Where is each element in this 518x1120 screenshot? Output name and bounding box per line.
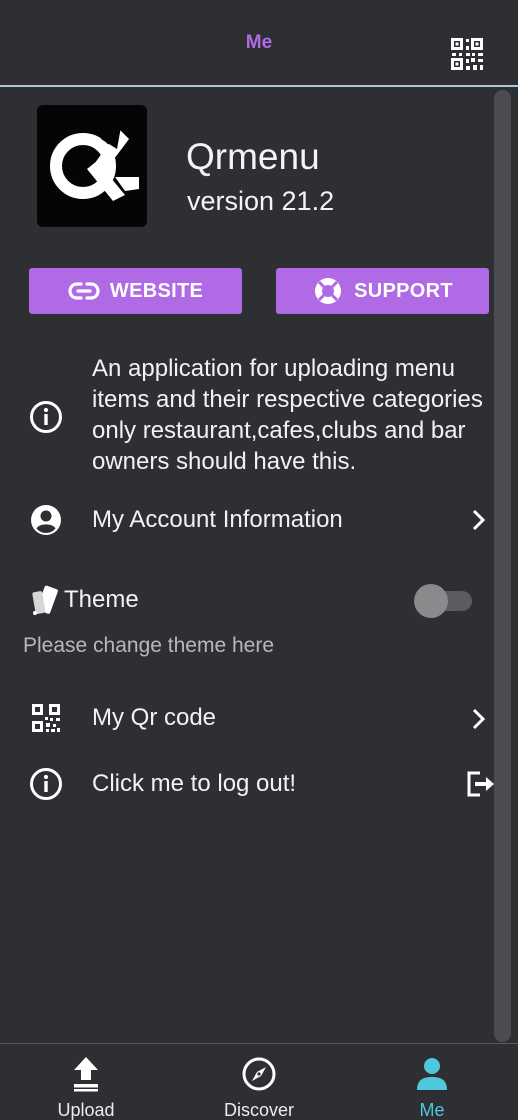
link-icon: [68, 275, 100, 307]
info-icon: [29, 767, 63, 801]
tab-me[interactable]: Me: [372, 1044, 492, 1120]
toggle-knob: [414, 584, 448, 618]
tab-me-label: Me: [419, 1100, 445, 1120]
qr-code-icon: [29, 701, 63, 735]
my-account-information-item[interactable]: My Account Information: [92, 506, 343, 534]
account-circle-icon: [29, 503, 63, 537]
app-description: An application for uploading menu items …: [92, 355, 483, 475]
upload-icon: [68, 1056, 104, 1092]
lifebuoy-icon: [312, 275, 344, 307]
app-name: Qrmenu: [186, 136, 320, 177]
tab-discover-label: Discover: [223, 1100, 294, 1120]
app-version: version 21.2: [187, 186, 335, 216]
website-button-label: WEBSITE: [109, 279, 204, 302]
theme-subtitle: Please change theme here: [23, 634, 275, 657]
top-app-bar: Me: [0, 0, 518, 87]
qrmenu-logo: [37, 105, 147, 227]
logout-icon[interactable]: [462, 767, 496, 801]
page-title: Me: [245, 32, 273, 53]
tab-discover[interactable]: Discover: [199, 1044, 319, 1120]
tab-upload[interactable]: Upload: [26, 1044, 146, 1120]
info-icon: [29, 400, 63, 434]
qr-code-icon[interactable]: [450, 37, 484, 71]
person-icon: [414, 1056, 450, 1092]
theme-label: Theme: [64, 586, 139, 613]
chevron-right-icon[interactable]: [468, 707, 490, 731]
support-button-label: SUPPORT: [354, 279, 453, 302]
scrollbar[interactable]: [494, 90, 511, 1042]
logout-item[interactable]: Click me to log out!: [92, 770, 296, 798]
theme-toggle[interactable]: [414, 584, 472, 618]
compass-icon: [241, 1056, 277, 1092]
bottom-navigation: Upload Discover Me: [0, 1043, 518, 1120]
chevron-right-icon[interactable]: [468, 508, 490, 532]
palette-cards-icon: [28, 583, 64, 619]
support-button[interactable]: SUPPORT: [276, 268, 489, 314]
website-button[interactable]: WEBSITE: [29, 268, 242, 314]
my-qr-code-item[interactable]: My Qr code: [92, 704, 216, 732]
tab-upload-label: Upload: [57, 1100, 115, 1120]
